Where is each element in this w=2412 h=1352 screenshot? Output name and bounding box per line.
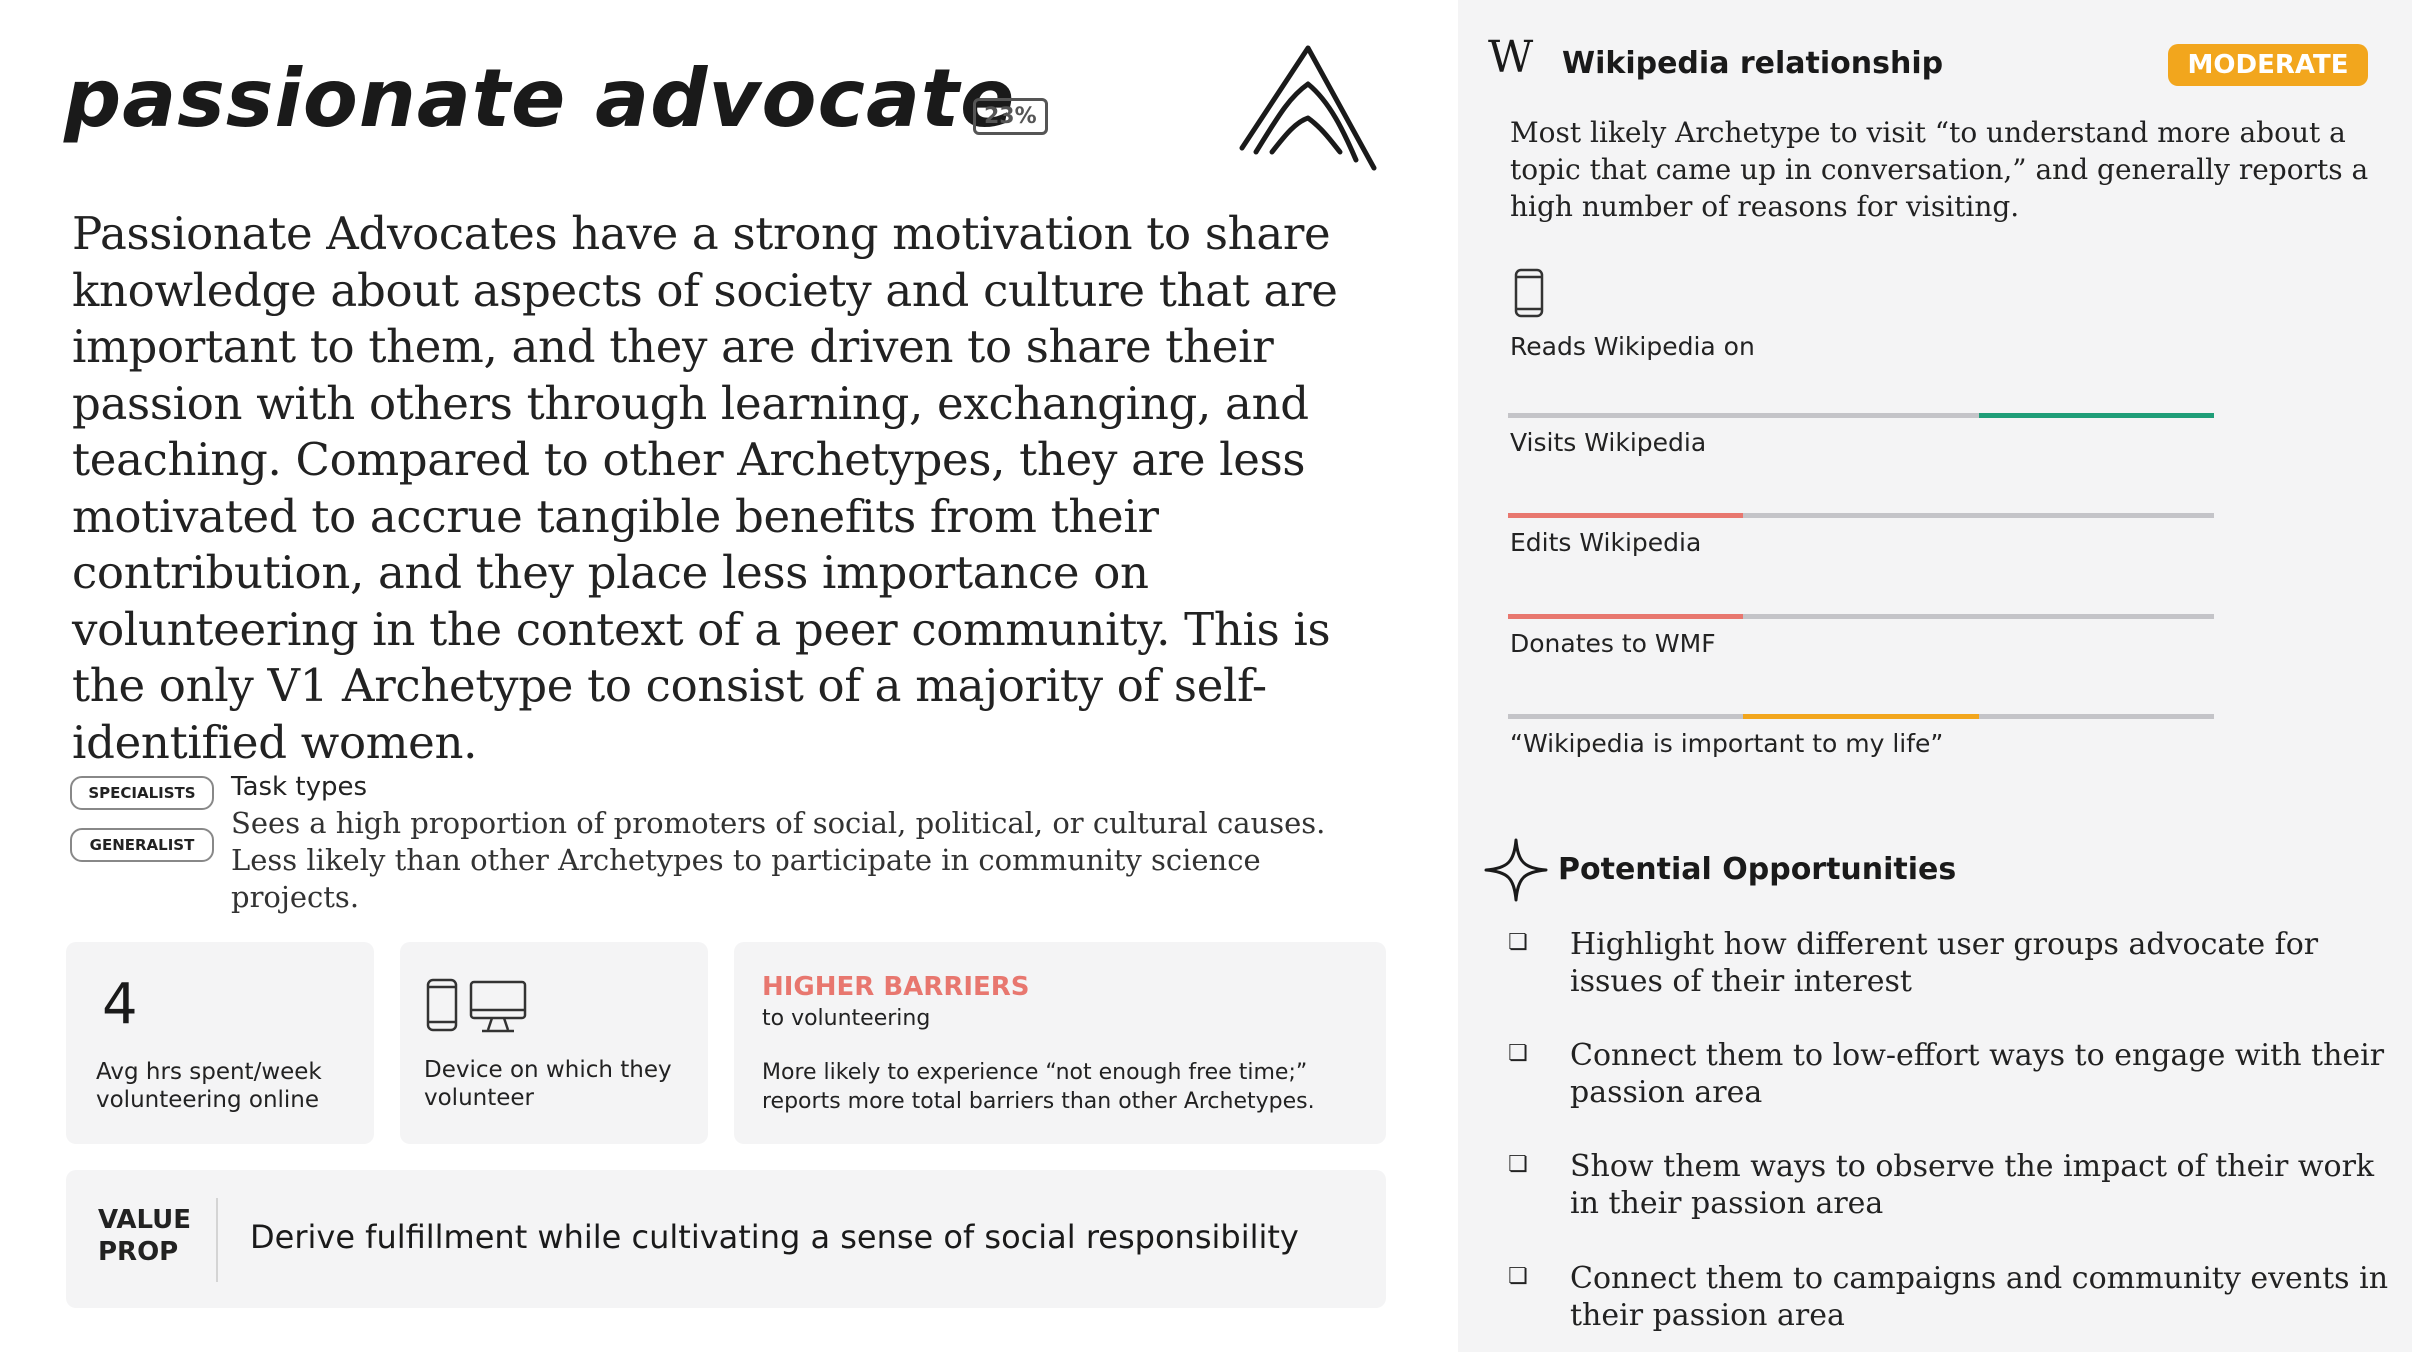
meter-edits [1508,513,2214,518]
value-prop-label: VALUE PROP [98,1205,191,1267]
meter-fill [1743,714,1979,719]
archetype-main-panel: passionate advocate 23% Passionate Advoc… [0,0,1458,1352]
device-caption: Device on which they volunteer [424,1057,672,1111]
moderate-badge: MODERATE [2168,44,2368,86]
phone-icon [426,978,458,1032]
pill-specialists: SPECIALISTS [70,776,214,810]
value-prop-text: Derive fulfillment while cultivating a s… [250,1218,1299,1256]
opportunity-text: Show them ways to observe the impact of … [1570,1149,2375,1221]
meter-fill [1508,614,1744,619]
barriers-subtitle: to volunteering [762,1006,931,1031]
desktop-icon [469,980,527,1033]
wikipedia-description: Most likely Archetype to visit “to under… [1510,116,2369,223]
value-prop-card: VALUE PROP Derive fulfillment while cult… [66,1170,1386,1308]
phone-icon [1514,268,1544,318]
stat-card-barriers: HIGHER BARRIERS to volunteering More lik… [734,942,1386,1144]
wikipedia-relationship-title: Wikipedia relationship [1562,46,1944,81]
reads-on-label: Reads Wikipedia on [1510,332,1755,361]
meter-label-edits: Edits Wikipedia [1510,528,1702,557]
percent-badge: 23% [973,98,1048,135]
checkbox-icon: ❏ [1508,1041,1528,1066]
opportunities-title: Potential Opportunities [1558,852,1957,887]
meter-label-importance: “Wikipedia is important to my life” [1510,729,1944,758]
checkbox-icon: ❏ [1508,1264,1528,1289]
opportunity-text: Highlight how different user groups advo… [1570,927,2319,999]
meter-visits [1508,413,2214,418]
meter-donates [1508,614,2214,619]
barriers-description: More likely to experience “not enough fr… [762,1060,1315,1114]
stat-card-hours: 4 Avg hrs spent/week volunteering online [66,942,374,1144]
opportunity-text: Connect them to campaigns and community … [1570,1261,2389,1333]
archetype-description: Passionate Advocates have a strong motiv… [72,207,1338,769]
barriers-title: HIGHER BARRIERS [762,972,1030,1002]
hours-caption: Avg hrs spent/week volunteering online [96,1059,322,1113]
sparkle-icon [1484,838,1548,902]
page-title: passionate advocate [64,52,1016,145]
checkbox-icon: ❏ [1508,1152,1528,1177]
meter-label-visits: Visits Wikipedia [1510,428,1707,457]
task-types-description: Sees a high proportion of promoters of s… [231,806,1326,914]
stat-card-device: Device on which they volunteer [400,942,708,1144]
pill-generalist: GENERALIST [70,828,214,862]
divider [216,1198,218,1282]
meter-fill [1978,413,2214,418]
opportunity-text: Connect them to low-effort ways to engag… [1570,1038,2385,1110]
meter-label-donates: Donates to WMF [1510,629,1716,658]
mountain-arcs-icon [1239,45,1377,171]
checkbox-icon: ❏ [1508,930,1528,955]
hours-value: 4 [102,972,138,1037]
task-types-label: Task types [231,772,368,802]
meter-importance [1508,714,2214,719]
devices-icon [426,978,527,1033]
wikipedia-side-panel: W Wikipedia relationship MODERATE Most l… [1458,0,2412,1352]
wikipedia-logo-icon: W [1488,32,1534,83]
meter-fill [1508,513,1744,518]
